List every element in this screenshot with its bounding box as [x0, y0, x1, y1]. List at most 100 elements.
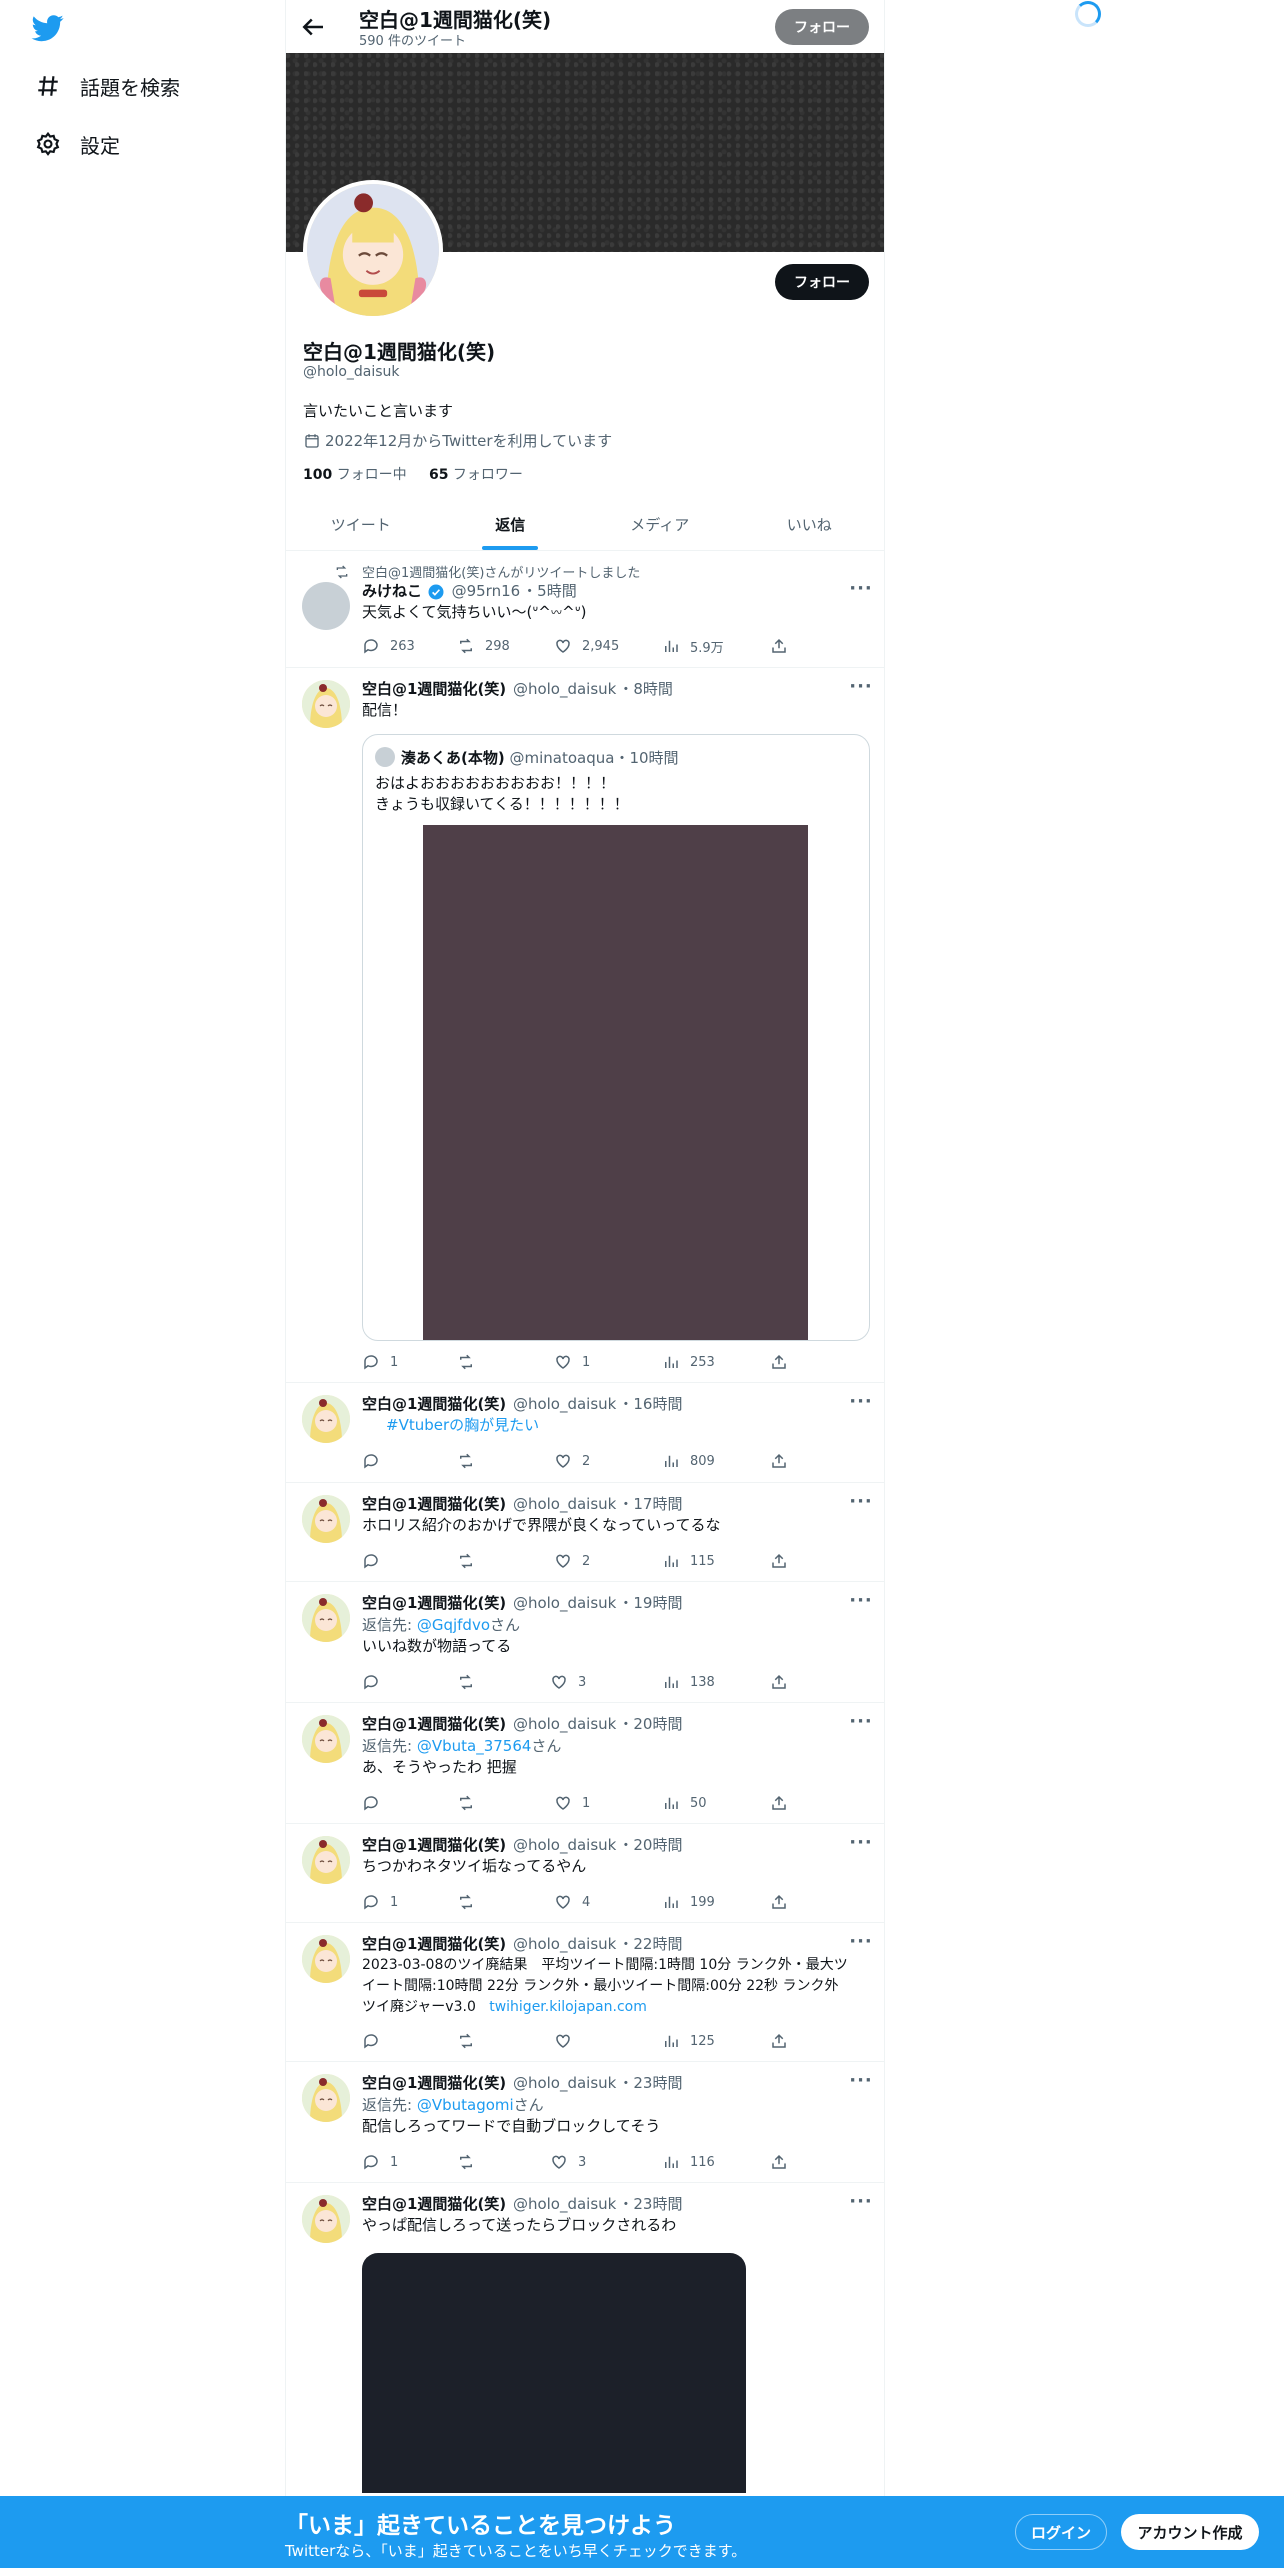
share-button[interactable]: [770, 2152, 798, 2172]
tab-replies[interactable]: 返信: [436, 498, 586, 550]
reply-button[interactable]: [362, 1551, 390, 1571]
tweet-item[interactable]: 空白@1週間猫化(笑) @holo_daisuk ・23時間 ··· 返信先: @…: [286, 2062, 884, 2183]
tweet-time[interactable]: ・20時間: [618, 1715, 682, 1733]
reply-button[interactable]: [362, 2031, 390, 2051]
tweet-item[interactable]: 空白@1週間猫化(笑) @holo_daisuk ・16時間 ··· #Vtube…: [286, 1383, 884, 1483]
share-button[interactable]: [770, 2031, 798, 2051]
create-account-button[interactable]: アカウント作成: [1121, 2514, 1259, 2550]
tweet-item[interactable]: 空白@1週間猫化(笑) @holo_daisuk ・20時間 ··· 返信先: @…: [286, 1703, 884, 1824]
tweet-author-handle[interactable]: @holo_daisuk: [513, 1594, 616, 1612]
like-button[interactable]: 4: [554, 1892, 590, 1912]
tweet-avatar[interactable]: [302, 1395, 350, 1443]
views-button[interactable]: 199: [662, 1892, 715, 1912]
reply-button[interactable]: 1: [362, 2152, 398, 2172]
tweet-author-name[interactable]: 空白@1週間猫化(笑): [362, 2195, 506, 2213]
like-button[interactable]: 1: [554, 1793, 590, 1813]
tweet-item[interactable]: 空白@1週間猫化(笑) @holo_daisuk ・8時間 ··· 配信！ 湊あく…: [286, 668, 884, 1383]
tweet-avatar[interactable]: [302, 2074, 350, 2122]
tweet-avatar[interactable]: [302, 2195, 350, 2243]
tweet-time[interactable]: ・19時間: [618, 1594, 682, 1612]
tweet-avatar[interactable]: [302, 680, 350, 728]
tweet-author-handle[interactable]: @holo_daisuk: [513, 1715, 616, 1733]
like-button[interactable]: 3: [550, 2152, 586, 2172]
more-options-icon[interactable]: ···: [849, 1592, 873, 1618]
tweet-media-image[interactable]: [362, 2253, 746, 2493]
tweet-author-name[interactable]: 空白@1週間猫化(笑): [362, 1495, 506, 1513]
quoted-tweet[interactable]: 湊あくあ(本物) @minatoaqua・10時間 おはよおおおおおおおおお！！…: [362, 734, 870, 1341]
views-button[interactable]: 50: [662, 1793, 707, 1813]
retweet-button[interactable]: [457, 1672, 485, 1692]
share-button[interactable]: [770, 1892, 798, 1912]
reply-button[interactable]: 1: [362, 1892, 398, 1912]
twitter-logo-icon[interactable]: [30, 12, 66, 44]
tweet-avatar[interactable]: [302, 1495, 350, 1543]
tab-likes[interactable]: いいね: [735, 498, 885, 550]
external-link[interactable]: twihiger.kilojapan.com: [489, 1999, 647, 2015]
tweet-time[interactable]: ・17時間: [618, 1495, 682, 1513]
quoted-tweet-avatar[interactable]: [375, 747, 395, 767]
login-button[interactable]: ログイン: [1015, 2514, 1107, 2550]
tweet-author-handle[interactable]: @95rn16: [452, 582, 521, 600]
tweet-author-name[interactable]: 空白@1週間猫化(笑): [362, 2074, 506, 2092]
views-button[interactable]: 809: [662, 1451, 715, 1471]
tweet-time[interactable]: ・23時間: [618, 2074, 682, 2092]
tweet-time[interactable]: ・22時間: [618, 1935, 682, 1953]
tweet-author-name[interactable]: 空白@1週間猫化(笑): [362, 1836, 506, 1854]
retweet-button[interactable]: [457, 1793, 485, 1813]
tweet-item[interactable]: 空白@1週間猫化(笑)さんがリツイートしました みけねこ @95rn16 ・5時間…: [286, 552, 884, 668]
tab-tweets[interactable]: ツイート: [286, 498, 436, 550]
tweet-time[interactable]: ・16時間: [618, 1395, 682, 1413]
like-button[interactable]: 2,945: [554, 636, 619, 656]
reply-button[interactable]: [362, 1793, 390, 1813]
views-button[interactable]: 138: [662, 1672, 715, 1692]
share-button[interactable]: [770, 1352, 798, 1372]
share-button[interactable]: [770, 1451, 798, 1471]
tweet-author-name[interactable]: 空白@1週間猫化(笑): [362, 1715, 506, 1733]
like-button[interactable]: [554, 2031, 582, 2051]
retweet-button[interactable]: [457, 1551, 485, 1571]
following-link[interactable]: 100 フォロー中: [303, 467, 407, 483]
tweet-author-handle[interactable]: @holo_daisuk: [513, 1935, 616, 1953]
tweet-time[interactable]: ・5時間: [522, 582, 577, 600]
like-button[interactable]: 3: [550, 1672, 586, 1692]
like-button[interactable]: 2: [554, 1451, 590, 1471]
share-button[interactable]: [770, 1672, 798, 1692]
views-button[interactable]: 115: [662, 1551, 715, 1571]
hashtag-link[interactable]: #Vtuberの胸が見たい: [362, 1415, 872, 1436]
more-options-icon[interactable]: ···: [849, 2072, 873, 2098]
reply-button[interactable]: 263: [362, 636, 415, 656]
profile-avatar[interactable]: [303, 180, 443, 320]
tweet-author-handle[interactable]: @holo_daisuk: [513, 680, 616, 698]
retweet-button[interactable]: [457, 2031, 485, 2051]
retweet-button[interactable]: 298: [457, 636, 510, 656]
tweet-author-name[interactable]: 空白@1週間猫化(笑): [362, 1935, 506, 1953]
tweet-time[interactable]: ・23時間: [618, 2195, 682, 2213]
reply-button[interactable]: [362, 1451, 390, 1471]
tweet-time[interactable]: ・20時間: [618, 1836, 682, 1854]
views-button[interactable]: 125: [662, 2031, 715, 2051]
profile-follow-button[interactable]: フォロー: [775, 264, 869, 300]
tweet-avatar[interactable]: [302, 1935, 350, 1983]
reply-button[interactable]: 1: [362, 1352, 398, 1372]
like-button[interactable]: 1: [554, 1352, 590, 1372]
views-button[interactable]: 253: [662, 1352, 715, 1372]
retweet-button[interactable]: [457, 1451, 485, 1471]
tweet-avatar[interactable]: [302, 1836, 350, 1884]
tweet-author-handle[interactable]: @holo_daisuk: [513, 2074, 616, 2092]
sidebar-item-settings[interactable]: 設定: [30, 124, 120, 164]
reply-to-link[interactable]: @Vbuta_37564: [417, 1737, 532, 1755]
more-options-icon[interactable]: ···: [849, 1713, 873, 1739]
tweet-item[interactable]: 空白@1週間猫化(笑) @holo_daisuk ・22時間 ··· 2023-0…: [286, 1923, 884, 2062]
share-button[interactable]: [770, 1793, 798, 1813]
sidebar-item-explore[interactable]: 話題を検索: [30, 66, 180, 106]
tweet-author-name[interactable]: 空白@1週間猫化(笑): [362, 1395, 506, 1413]
tweet-author-name[interactable]: 空白@1週間猫化(笑): [362, 680, 506, 698]
tweet-avatar[interactable]: [302, 582, 350, 630]
reply-to-link[interactable]: @Gqjfdvo: [417, 1616, 490, 1634]
tweet-author-handle[interactable]: @holo_daisuk: [513, 1495, 616, 1513]
retweet-button[interactable]: [457, 1892, 485, 1912]
tweet-author-handle[interactable]: @holo_daisuk: [513, 2195, 616, 2213]
header-follow-button[interactable]: フォロー: [775, 9, 869, 45]
tweet-item[interactable]: 空白@1週間猫化(笑) @holo_daisuk ・19時間 ··· 返信先: @…: [286, 1582, 884, 1703]
views-button[interactable]: 5.9万: [662, 636, 724, 656]
